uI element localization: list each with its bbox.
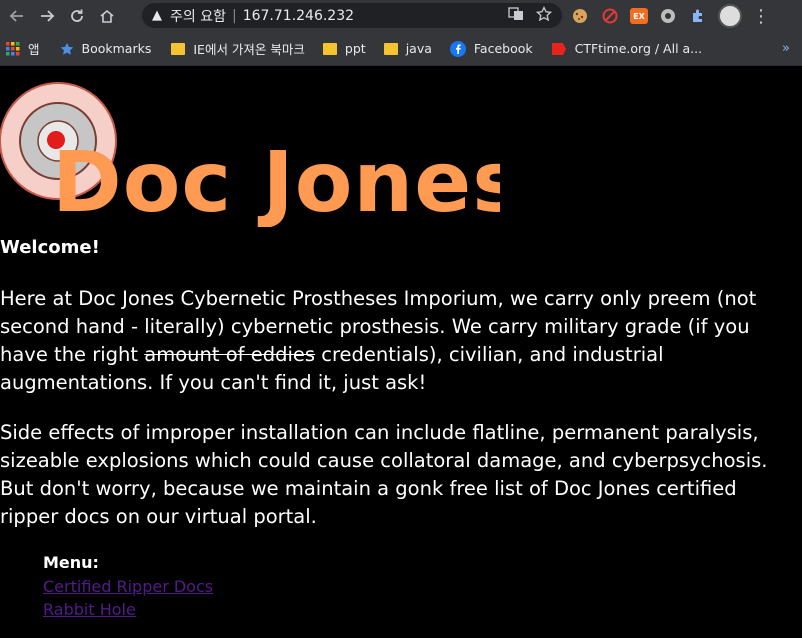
rabbit-hole-link[interactable]: Rabbit Hole — [43, 600, 136, 619]
bookmark-bookmarks[interactable]: Bookmarks — [60, 41, 152, 56]
bookmark-label: Bookmarks — [81, 41, 152, 56]
bookmark-facebook[interactable]: Facebook — [449, 40, 533, 57]
home-icon — [100, 9, 114, 23]
doc-jones-logo: Doc Jones — [0, 82, 500, 227]
bookmark-label: IE에서 가져온 북마크 — [193, 42, 305, 57]
ctftime-icon — [551, 41, 567, 57]
reload-button[interactable] — [62, 2, 92, 30]
struck-text: amount of eddies — [144, 343, 316, 366]
gear-extension-icon[interactable] — [658, 6, 678, 26]
apps-grid-icon — [6, 41, 20, 56]
arrow-right-icon — [41, 10, 55, 22]
puzzle-extensions-icon[interactable] — [688, 6, 708, 26]
block-extension-icon[interactable] — [600, 6, 620, 26]
browser-toolbar: ▲ 주의 요함 | 167.71.246.232 EX ⋮ — [0, 0, 802, 32]
bookmark-label: CTFtime.org / All a... — [574, 41, 703, 56]
folder-icon — [322, 42, 337, 55]
certified-ripper-docs-link[interactable]: Certified Ripper Docs — [43, 577, 213, 596]
bookmark-ppt-folder[interactable]: ppt — [322, 41, 366, 56]
bookmark-star-icon[interactable] — [536, 6, 552, 22]
address-bar-actions — [508, 6, 552, 22]
menu-title: Menu: — [43, 553, 99, 572]
home-button[interactable] — [92, 2, 122, 30]
folder-icon — [383, 42, 398, 55]
forward-button[interactable] — [32, 2, 62, 30]
bookmark-ctftime[interactable]: CTFtime.org / All a... — [551, 41, 702, 57]
bookmark-apps[interactable]: 앱 — [6, 39, 40, 58]
bookmark-label: Facebook — [473, 41, 533, 56]
arrow-left-icon — [9, 10, 23, 22]
facebook-icon — [449, 40, 466, 57]
side-effects-paragraph: Side effects of improper installation ca… — [0, 421, 768, 528]
bookmark-label: ppt — [344, 41, 366, 56]
translate-icon[interactable] — [508, 6, 524, 22]
ex-extension-icon[interactable]: EX — [630, 8, 648, 24]
cookie-extension-icon[interactable] — [570, 6, 590, 26]
logo-text: Doc Jones — [52, 133, 500, 227]
address-separator: | — [231, 7, 237, 24]
welcome-heading: Welcome! — [0, 237, 100, 258]
extensions-area: EX ⋮ — [570, 3, 770, 29]
url-host: 167.71.246.232 — [242, 7, 355, 24]
page-content: Doc Jones Welcome! Here at Doc Jones Cyb… — [0, 67, 802, 638]
bookmarks-overflow-icon[interactable]: » — [782, 41, 790, 56]
folder-icon — [171, 42, 186, 55]
back-button[interactable] — [2, 2, 32, 30]
bookmarks-bar: 앱 Bookmarks IE에서 가져온 북마크 ppt java Facebo… — [0, 32, 802, 66]
profile-avatar[interactable] — [718, 4, 742, 28]
bookmark-ie-folder[interactable]: IE에서 가져온 북마크 — [171, 39, 305, 58]
warning-triangle-icon: ▲ — [152, 8, 162, 23]
bookmark-java-folder[interactable]: java — [383, 41, 432, 56]
address-bar[interactable]: ▲ 주의 요함 | 167.71.246.232 — [142, 3, 562, 28]
bookmark-label: 앱 — [28, 42, 40, 57]
reload-icon — [71, 9, 83, 22]
menu-kebab-icon[interactable]: ⋮ — [752, 6, 770, 27]
security-label: 주의 요함 — [170, 8, 226, 25]
bookmark-label: java — [405, 41, 432, 56]
star-icon — [60, 42, 74, 56]
intro-paragraph: Here at Doc Jones Cybernetic Prostheses … — [0, 285, 800, 397]
